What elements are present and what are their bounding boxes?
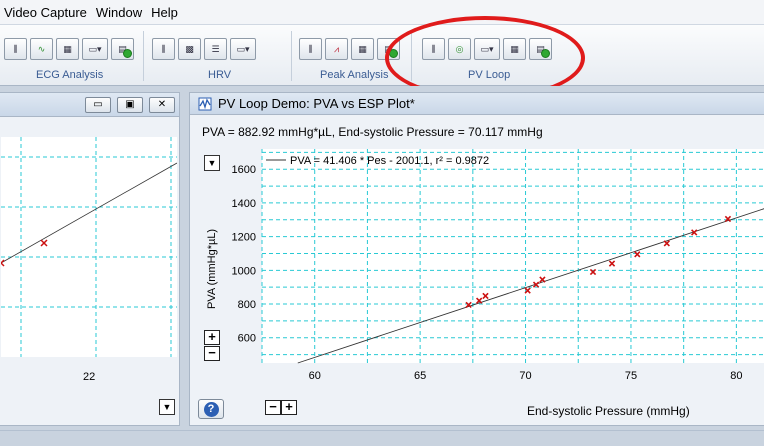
hrv-settings-icon[interactable]: ⫼ bbox=[152, 38, 175, 60]
x-zoom-out-button[interactable]: − bbox=[265, 400, 281, 415]
x-tick-label: 65 bbox=[414, 370, 426, 382]
x-tick-label: 70 bbox=[519, 370, 531, 382]
y-tick-label: 1200 bbox=[232, 232, 256, 244]
left-plot-window: ▭ ▣ ✕ 22 ▼ bbox=[0, 92, 180, 426]
pva-esp-chart[interactable]: 60 65 70 75 80 600 800 1000 1200 1400 1600 PVA = 4… bbox=[190, 93, 764, 427]
ecg-plot-dropdown-icon[interactable]: ▭▾ bbox=[82, 38, 108, 60]
y-tick-label: 600 bbox=[238, 333, 256, 345]
y-zoom-out-button[interactable]: − bbox=[204, 346, 220, 361]
x-axis-label: End-systolic Pressure (mmHg) bbox=[527, 404, 690, 418]
left-plot-area bbox=[0, 137, 178, 357]
ecg-waveform-icon[interactable]: ∿ bbox=[30, 38, 53, 60]
ecg-beat-settings-icon[interactable]: ⫼ bbox=[4, 38, 27, 60]
ecg-table-icon[interactable]: ▦ bbox=[56, 38, 79, 60]
bottom-status-strip bbox=[0, 430, 764, 446]
x-tick-label: 75 bbox=[625, 370, 637, 382]
legend-entry: PVA = 41.406 * Pes - 2001.1, r² = 0.9872 bbox=[290, 155, 489, 167]
hrv-plot-dropdown-icon[interactable]: ▭▾ bbox=[230, 38, 256, 60]
close-button[interactable]: ✕ bbox=[149, 97, 175, 113]
hrv-list-icon[interactable]: ☰ bbox=[204, 38, 227, 60]
y-tick-label: 1600 bbox=[232, 164, 256, 176]
peak-settings-icon[interactable]: ⫼ bbox=[299, 38, 322, 60]
restore-button[interactable]: ▣ bbox=[117, 97, 143, 113]
ecg-analysis-label: ECG Analysis bbox=[36, 69, 104, 81]
menu-help[interactable]: Help bbox=[151, 5, 187, 20]
plot-options-dropdown[interactable]: ▼ bbox=[204, 155, 220, 171]
x-zoom-in-button[interactable]: + bbox=[281, 400, 297, 415]
y-tick-label: 800 bbox=[238, 299, 256, 311]
plot-background bbox=[262, 149, 764, 363]
x-tick-label: 80 bbox=[730, 370, 742, 382]
menu-video-capture[interactable]: Video Capture bbox=[4, 5, 96, 20]
help-icon: ? bbox=[203, 401, 219, 417]
x-tick-label: 60 bbox=[309, 370, 321, 382]
help-button[interactable]: ? bbox=[198, 399, 224, 419]
left-plot-svg bbox=[0, 137, 178, 357]
y-tick-label: 1400 bbox=[232, 198, 256, 210]
hrv-grid-icon[interactable]: ▩ bbox=[178, 38, 201, 60]
peak-table-icon[interactable]: ▦ bbox=[351, 38, 374, 60]
peak-detect-icon[interactable]: ⩘ bbox=[325, 38, 348, 60]
y-zoom-in-button[interactable]: + bbox=[204, 330, 220, 345]
menu-bar: Video Capture Window Help bbox=[0, 0, 764, 24]
hrv-group: ⫼ ▩ ☰ ▭▾ HRV bbox=[148, 25, 290, 85]
left-plot-options-dropdown[interactable]: ▼ bbox=[159, 399, 175, 415]
ecg-analysis-group: ⫼ ∿ ▦ ▭▾ ▤ ECG Analysis bbox=[0, 25, 142, 85]
workspace: ▭ ▣ ✕ 22 ▼ PV Loop Demo: PVA vs ESP Plot… bbox=[0, 86, 764, 446]
hrv-label: HRV bbox=[208, 69, 232, 81]
y-tick-label: 1000 bbox=[232, 265, 256, 277]
ecg-start-icon[interactable]: ▤ bbox=[111, 38, 134, 60]
peak-analysis-label: Peak Analysis bbox=[320, 69, 389, 81]
left-x-tick-label: 22 bbox=[83, 371, 96, 383]
left-window-titlebar: ▭ ▣ ✕ bbox=[0, 93, 179, 117]
y-axis-label: PVA (mmHg*µL) bbox=[206, 228, 218, 309]
ribbon-toolbar: ⫼ ∿ ▦ ▭▾ ▤ ECG Analysis ⫼ ▩ ☰ ▭▾ HRV ⫼ ⩘… bbox=[0, 24, 764, 86]
pv-loop-plot-window: PV Loop Demo: PVA vs ESP Plot* PVA = 882… bbox=[189, 92, 764, 426]
minimize-button[interactable]: ▭ bbox=[85, 97, 111, 113]
menu-window[interactable]: Window bbox=[96, 5, 151, 20]
